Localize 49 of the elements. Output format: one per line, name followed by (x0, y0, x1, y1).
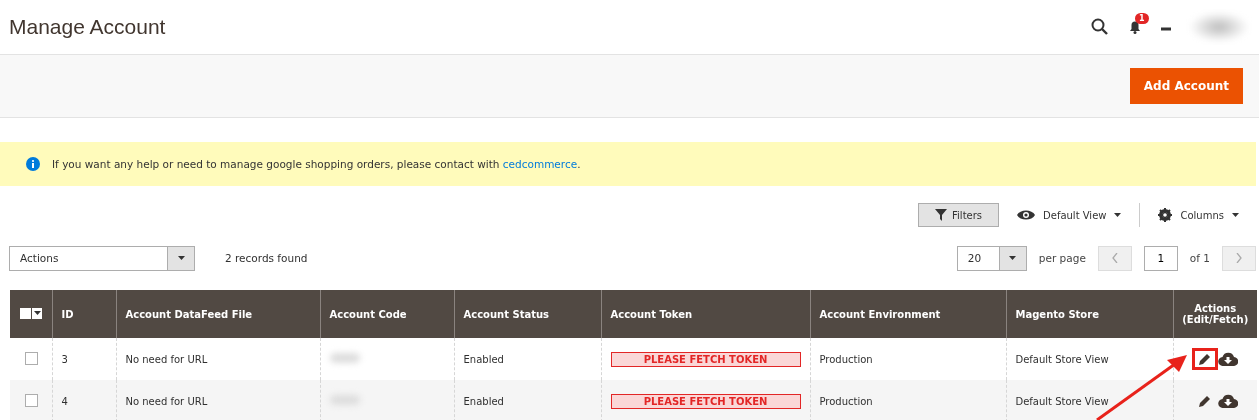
column-header[interactable]: Magento Store (1006, 290, 1173, 338)
token-status-label: PLEASE FETCH TOKEN (610, 351, 801, 367)
column-header[interactable]: Account Environment (810, 290, 1006, 338)
column-header[interactable]: ID (52, 290, 116, 338)
row-checkbox[interactable] (25, 351, 38, 365)
caret-icon (177, 256, 185, 260)
notification-badge: 1 (1135, 13, 1149, 24)
table-cell: Enabled (454, 380, 601, 420)
info-icon (26, 157, 40, 171)
caret-icon (1009, 256, 1017, 260)
cloud-download-icon[interactable] (1218, 352, 1239, 366)
cloud-download-icon[interactable] (1218, 394, 1239, 408)
per-page-label: per page (1038, 252, 1086, 264)
blurred-text (329, 353, 360, 363)
column-header[interactable]: Account Status (454, 290, 601, 338)
caret-icon (1232, 213, 1239, 217)
row-checkbox[interactable] (25, 393, 38, 407)
add-account-button[interactable]: Add Account (1129, 68, 1243, 104)
filter-icon (935, 209, 948, 221)
column-header[interactable]: Account Code (320, 290, 454, 338)
gear-icon (1158, 208, 1173, 222)
table-cell: 4 (52, 380, 116, 420)
records-count: 2 records found (225, 252, 308, 264)
mass-select-checkbox[interactable] (20, 307, 42, 319)
caret-icon (33, 311, 41, 315)
table-cell: Production (810, 380, 1006, 420)
pencil-icon[interactable] (1198, 352, 1213, 366)
column-header[interactable]: Actions (Edit/Fetch) (1173, 290, 1257, 338)
pencil-icon[interactable] (1198, 394, 1213, 408)
chevron-left-icon (1111, 253, 1118, 263)
search-icon[interactable] (1091, 18, 1109, 36)
column-header[interactable]: Account DataFeed File (116, 290, 320, 338)
chevron-right-icon (1236, 253, 1242, 263)
caret-icon (1114, 213, 1122, 217)
columns-dropdown[interactable]: Columns (1152, 208, 1245, 222)
filters-button[interactable]: Filters (918, 203, 1000, 227)
bell-icon[interactable] (1127, 19, 1143, 35)
table-cell: Default Store View (1006, 380, 1173, 420)
actions-select[interactable]: Actions (9, 245, 195, 271)
per-page-select[interactable]: 20 (956, 245, 1027, 271)
token-status-label: PLEASE FETCH TOKEN (610, 393, 801, 409)
table-cell: No need for URL (116, 380, 320, 420)
column-header[interactable]: Account Token (601, 290, 810, 338)
page-title: Manage Account (9, 15, 167, 39)
notice-text: If you want any help or need to manage google shopping orders, please contact with cedcommerce. (52, 158, 581, 170)
page-number-field[interactable]: 1 (1143, 245, 1178, 271)
page-total: of 1 (1189, 252, 1210, 264)
default-view-dropdown[interactable]: Default View (1011, 209, 1128, 221)
eye-icon (1017, 209, 1036, 221)
